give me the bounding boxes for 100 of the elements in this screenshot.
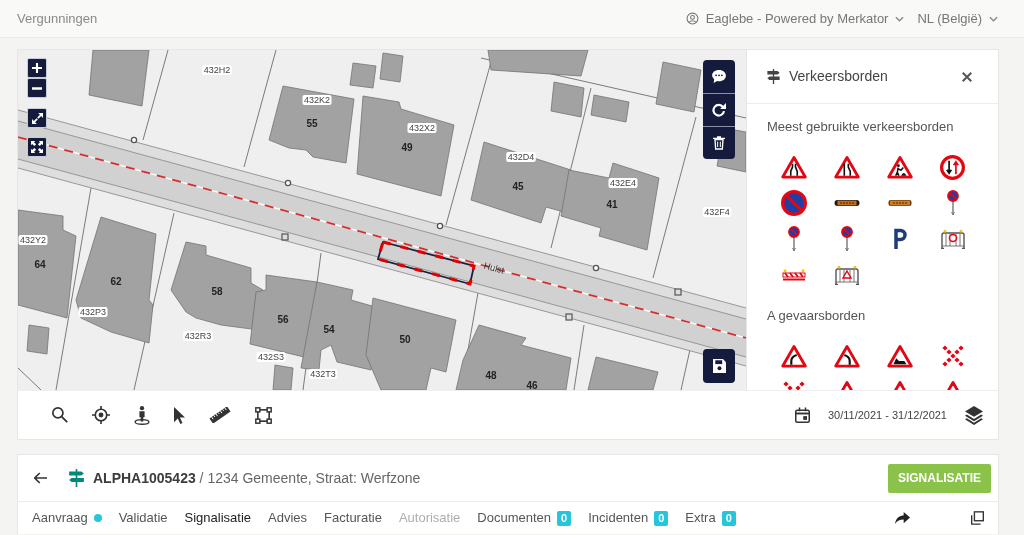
- parcel-number: 432P3: [78, 307, 108, 317]
- tab[interactable]: Documenten 0: [477, 508, 572, 528]
- panel-title: Verkeersborden: [789, 67, 888, 86]
- minus-icon: [32, 86, 42, 90]
- parcel-number: 432K2: [302, 95, 332, 105]
- language-dropdown[interactable]: NL (België): [917, 8, 998, 29]
- no-parking-sign-icon[interactable]: [780, 190, 807, 216]
- dossier-title: ALPHA1005423 / 1234 Gemeente, Straat: Werfzone: [93, 468, 421, 488]
- copy-button[interactable]: [971, 511, 984, 525]
- parcel-number: 432H2: [202, 65, 232, 75]
- tab[interactable]: Validatie: [118, 508, 168, 528]
- barrier-with-sign-icon[interactable]: [833, 265, 860, 285]
- square-vertices-icon[interactable]: [255, 406, 272, 424]
- parcel-number: 432D4: [506, 152, 536, 162]
- signpost-icon: [767, 69, 780, 84]
- save-button[interactable]: [703, 349, 735, 383]
- work-zone-outline[interactable]: [376, 240, 476, 286]
- house-number: 64: [34, 258, 46, 270]
- building: [272, 364, 294, 390]
- no-parking-pole-icon[interactable]: [787, 226, 800, 252]
- building: [590, 94, 630, 123]
- tab[interactable]: Signalisatie: [184, 508, 252, 528]
- roadworks-sign-icon[interactable]: [886, 155, 913, 179]
- account-dropdown[interactable]: Eaglebe - Powered by Merkator: [685, 8, 905, 29]
- tab[interactable]: Aanvraag: [32, 508, 102, 528]
- zoom-in-button[interactable]: [27, 58, 47, 78]
- house-number: 46: [526, 379, 538, 390]
- house-number: 48: [485, 369, 497, 381]
- section-title: A gevaarsborden: [767, 307, 867, 325]
- expand-icon: [31, 112, 43, 124]
- signpost-icon: [69, 469, 84, 487]
- back-button[interactable]: [34, 472, 47, 484]
- direction-board-icon[interactable]: [833, 199, 860, 207]
- arrow-left-icon: [34, 472, 47, 484]
- search-icon[interactable]: [52, 407, 68, 423]
- house-number: 41: [606, 198, 618, 210]
- parking-sign-icon[interactable]: [892, 228, 907, 250]
- caret-icon: [989, 15, 998, 22]
- expand-button[interactable]: [27, 108, 47, 128]
- square-marker-icon: [674, 288, 682, 296]
- trash-icon: [713, 136, 725, 150]
- street-name: Hulst: [482, 260, 506, 276]
- curve-right-sign-icon[interactable]: [780, 344, 807, 368]
- fit-extent-button[interactable]: [27, 137, 47, 157]
- building: [655, 61, 702, 113]
- square-marker-icon: [281, 233, 289, 241]
- crosshair-icon[interactable]: [92, 406, 110, 424]
- house-number: 62: [110, 275, 122, 287]
- count-badge: 0: [721, 510, 736, 526]
- comment-button[interactable]: [703, 60, 735, 93]
- close-icon: [962, 71, 972, 82]
- tab[interactable]: Facturatie: [324, 508, 382, 528]
- redo-button[interactable]: [703, 93, 735, 126]
- road-narrows-sign-icon[interactable]: [780, 155, 807, 179]
- dotted-cross-sign-icon[interactable]: [941, 345, 964, 367]
- tab[interactable]: Incidenten 0: [588, 508, 669, 528]
- close-button[interactable]: [962, 71, 972, 82]
- building: [550, 81, 585, 118]
- building: [26, 324, 50, 355]
- building: [88, 50, 150, 107]
- tab[interactable]: Extra 0: [685, 508, 736, 528]
- house-number: 50: [399, 333, 411, 345]
- no-parking-pole-icon[interactable]: [946, 190, 959, 216]
- delete-button[interactable]: [703, 126, 735, 159]
- caret-icon: [895, 15, 905, 22]
- ramp-sign-icon[interactable]: [886, 344, 913, 368]
- zoom-out-button[interactable]: [27, 78, 47, 98]
- barricade-icon[interactable]: [781, 269, 806, 281]
- copy-icon: [971, 511, 984, 525]
- pointer-icon[interactable]: [174, 406, 185, 424]
- user-icon: [685, 12, 699, 25]
- plus-icon: [32, 63, 42, 73]
- layers-icon[interactable]: [965, 405, 983, 425]
- house-number: 56: [277, 313, 289, 325]
- oncoming-traffic-sign-icon[interactable]: [940, 154, 965, 180]
- parcel-number: 432E4: [608, 178, 638, 188]
- parcel-number: 432R3: [183, 331, 213, 341]
- tab[interactable]: Advies: [268, 508, 308, 528]
- parcel-number: 432Y2: [18, 235, 48, 245]
- app-title: Vergunningen: [17, 9, 98, 28]
- parcel-number: 432S3: [256, 352, 286, 362]
- count-badge: 0: [557, 510, 572, 526]
- circle-marker-icon: [130, 136, 138, 144]
- no-parking-pole-icon[interactable]: [840, 226, 853, 252]
- parcel-boundary: [573, 324, 585, 390]
- parcel-boundary: [18, 367, 42, 390]
- road-narrows-right-sign-icon[interactable]: [833, 155, 860, 179]
- barrier-with-ring-icon[interactable]: [939, 229, 966, 249]
- count-badge: 0: [654, 510, 669, 526]
- share-button[interactable]: [895, 512, 910, 524]
- house-number: 49: [401, 141, 413, 153]
- direction-board-icon[interactable]: [887, 199, 912, 207]
- house-number: 58: [211, 285, 223, 297]
- date-range: 30/11/2021 - 31/12/2021: [827, 407, 947, 423]
- square-marker-icon: [565, 313, 573, 321]
- house-number: 54: [323, 323, 335, 335]
- person-icon[interactable]: [134, 405, 150, 425]
- save-icon: [712, 359, 726, 373]
- curve-left-sign-icon[interactable]: [833, 344, 860, 368]
- calendar-icon[interactable]: [794, 407, 810, 423]
